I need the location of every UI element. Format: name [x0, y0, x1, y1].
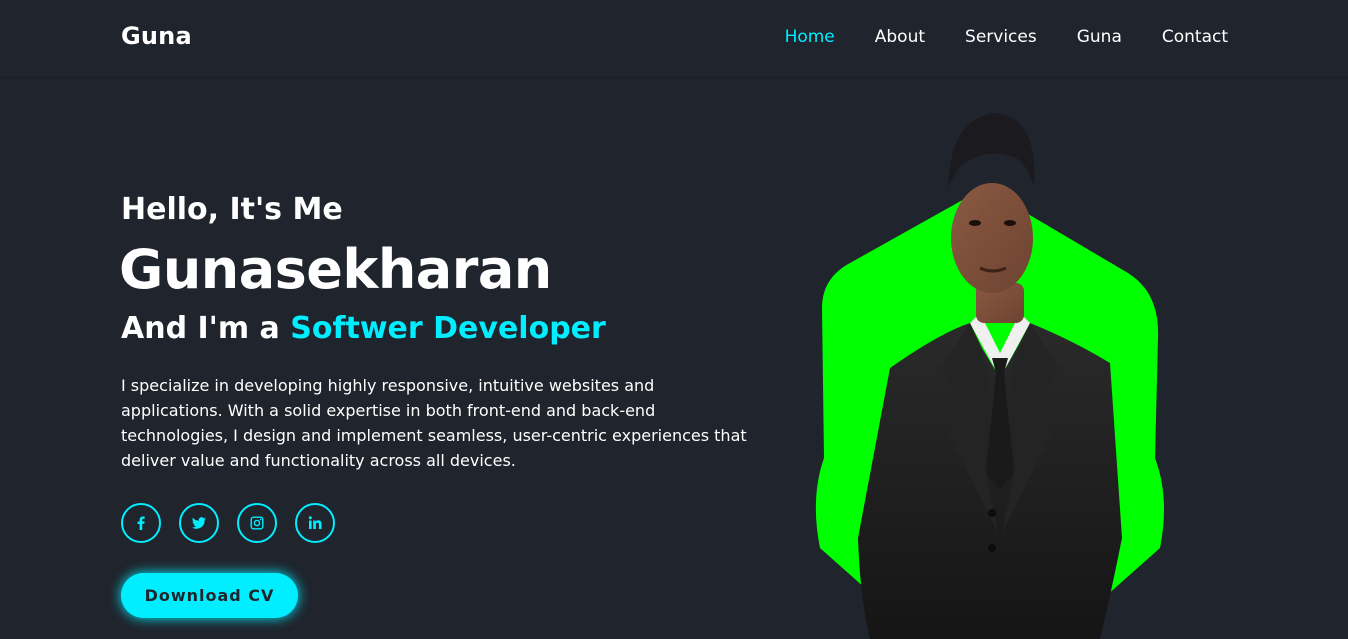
instagram-link[interactable]: [237, 503, 277, 543]
jacket-button: [988, 544, 996, 552]
nav-contact[interactable]: Contact: [1162, 27, 1228, 47]
nav-services[interactable]: Services: [965, 27, 1037, 47]
suit-jacket: [858, 323, 1122, 639]
social-links: [121, 503, 335, 543]
site-header: Guna Home About Services Guna Contact: [0, 0, 1348, 78]
download-cv-button[interactable]: Download CV: [121, 573, 298, 618]
instagram-icon: [250, 516, 264, 530]
nav-guna[interactable]: Guna: [1077, 27, 1122, 47]
hair: [948, 113, 1035, 188]
twitter-link[interactable]: [179, 503, 219, 543]
left-eye: [969, 220, 981, 226]
right-eye: [1004, 220, 1016, 226]
facebook-icon: [137, 516, 145, 530]
hero-name: Gunasekharan: [119, 238, 552, 301]
nav-home[interactable]: Home: [785, 27, 835, 47]
hero-greeting: Hello, It's Me: [121, 192, 343, 227]
face: [951, 183, 1033, 293]
profile-portrait: [815, 113, 1164, 639]
main-nav: Home About Services Guna Contact: [745, 27, 1228, 47]
role-prefix: And I'm a: [121, 311, 291, 346]
twitter-icon: [192, 517, 206, 529]
linkedin-icon: [308, 516, 322, 529]
hero-role: And I'm a Softwer Developer: [121, 311, 606, 346]
linkedin-link[interactable]: [295, 503, 335, 543]
nav-about[interactable]: About: [875, 27, 925, 47]
facebook-link[interactable]: [121, 503, 161, 543]
hero-description: I specialize in developing highly respon…: [121, 376, 747, 470]
role-highlight: Softwer Developer: [290, 311, 606, 346]
site-logo[interactable]: Guna: [121, 22, 192, 50]
jacket-button: [988, 509, 996, 517]
